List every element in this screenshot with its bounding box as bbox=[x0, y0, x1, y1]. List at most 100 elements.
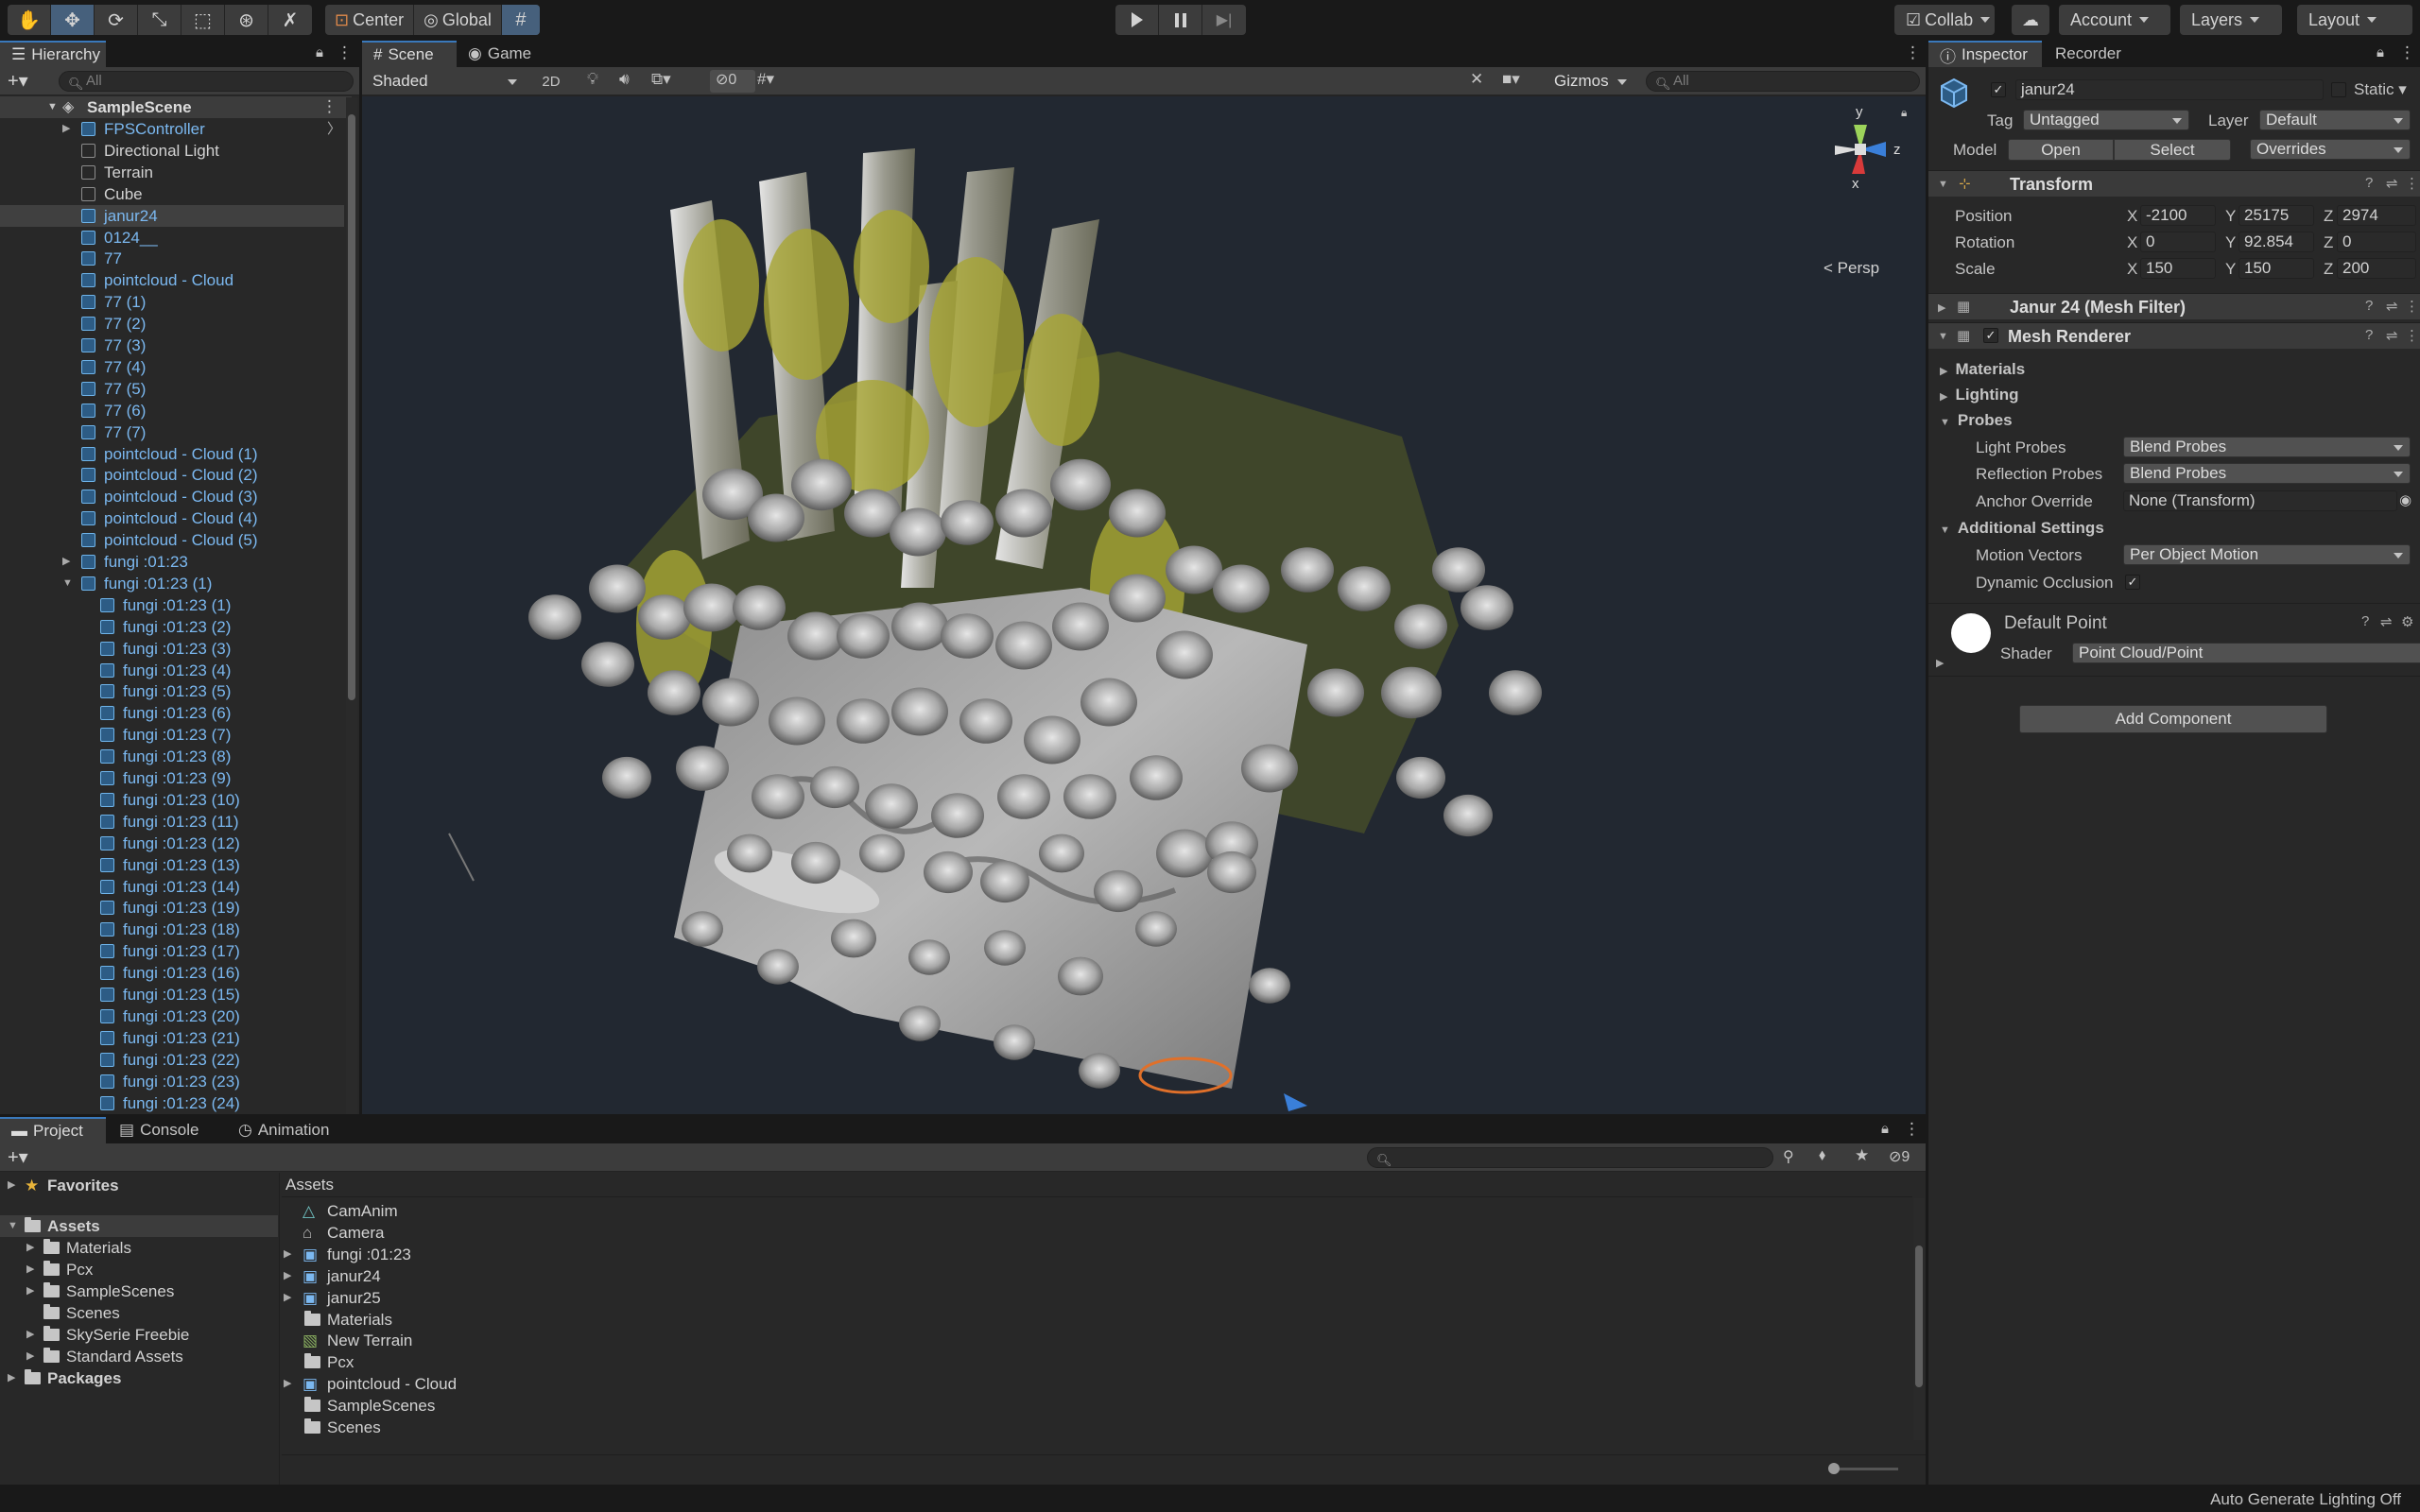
project-more-icon[interactable]: ⋮ bbox=[1904, 1120, 1920, 1139]
hierarchy-item[interactable]: fungi :01:23 (18) bbox=[0, 919, 344, 940]
hidden-packages-toggle[interactable]: ⊘9 bbox=[1889, 1147, 1910, 1166]
mesh-renderer-header[interactable]: ▼ ▦ ✓ Mesh Renderer ? ⇌ ⋮ bbox=[1928, 322, 2420, 349]
help-icon[interactable]: ? bbox=[2365, 298, 2373, 314]
hierarchy-scrollbar[interactable] bbox=[346, 97, 357, 1114]
hierarchy-item[interactable]: pointcloud - Cloud (3) bbox=[0, 486, 344, 507]
overrides-dropdown[interactable]: Overrides bbox=[2250, 139, 2411, 160]
object-picker-icon[interactable]: ◉ bbox=[2399, 491, 2411, 508]
hierarchy-item[interactable]: 77 (1) bbox=[0, 291, 344, 313]
orientation-gizmo[interactable]: y z x 🔒︎ bbox=[1808, 104, 1912, 198]
step-button[interactable]: ▶| bbox=[1202, 5, 1246, 35]
layout-dropdown[interactable]: Layout bbox=[2297, 5, 2412, 35]
open-prefab-chevron-icon[interactable]: 〉 bbox=[327, 118, 341, 140]
shader-dropdown[interactable]: Point Cloud/Point bbox=[2072, 643, 2420, 663]
tab-recorder[interactable]: Recorder bbox=[2044, 41, 2138, 67]
collapsed-arrow-icon[interactable]: ▶ bbox=[62, 118, 70, 140]
hierarchy-item[interactable]: 77 bbox=[0, 248, 344, 269]
grid-icon[interactable]: #▾ bbox=[757, 70, 774, 89]
play-button[interactable] bbox=[1115, 5, 1159, 35]
component-more-icon[interactable]: ⋮ bbox=[2405, 327, 2419, 344]
position-z-field[interactable]: 2974 bbox=[2337, 205, 2416, 226]
pause-button[interactable] bbox=[1159, 5, 1202, 35]
scale-y-field[interactable]: 150 bbox=[2238, 258, 2314, 279]
project-folder-item[interactable]: ▶ Packages bbox=[0, 1367, 278, 1389]
transform-tool-icon[interactable]: ⊛ bbox=[225, 5, 268, 35]
scale-z-field[interactable]: 200 bbox=[2337, 258, 2416, 279]
assets-breadcrumb-label[interactable]: Assets bbox=[285, 1176, 334, 1194]
project-folder-item[interactable]: ▶ Standard Assets bbox=[0, 1346, 278, 1367]
scene-row[interactable]: ▼ ◈ SampleScene ⋮ bbox=[0, 96, 352, 118]
hierarchy-item[interactable]: pointcloud - Cloud (4) bbox=[0, 507, 344, 529]
collapsed-arrow-icon[interactable]: ▶ bbox=[26, 1259, 34, 1280]
active-checkbox[interactable]: ✓ bbox=[1991, 82, 2006, 97]
tools-icon[interactable]: ✕ bbox=[1470, 70, 1483, 89]
preset-icon[interactable]: ⇌ bbox=[2386, 175, 2398, 192]
hierarchy-item[interactable]: pointcloud - Cloud (1) bbox=[0, 443, 344, 465]
collapsed-arrow-icon[interactable]: ▶ bbox=[8, 1175, 15, 1196]
scale-tool-icon[interactable]: ⤡ bbox=[138, 5, 182, 35]
search-by-type-icon[interactable]: ⚲ bbox=[1783, 1147, 1794, 1166]
collapsed-arrow-icon[interactable]: ▶ bbox=[26, 1346, 34, 1367]
collapsed-arrow-icon[interactable]: ▶ bbox=[284, 1244, 291, 1265]
hierarchy-item[interactable]: fungi :01:23 (10) bbox=[0, 789, 344, 811]
hierarchy-item[interactable]: fungi :01:23 (15) bbox=[0, 984, 344, 1005]
hierarchy-item[interactable]: pointcloud - Cloud bbox=[0, 269, 344, 291]
project-folder-item[interactable]: Scenes bbox=[0, 1302, 278, 1324]
gizmos-dropdown[interactable]: Gizmos bbox=[1547, 71, 1634, 92]
expanded-arrow-icon[interactable]: ▼ bbox=[62, 573, 73, 594]
collapsed-arrow-icon[interactable]: ▶ bbox=[284, 1265, 291, 1287]
hierarchy-item[interactable]: fungi :01:23 (6) bbox=[0, 702, 344, 724]
add-object-button[interactable]: +▾ bbox=[8, 69, 28, 93]
hierarchy-item[interactable]: 0124__ bbox=[0, 227, 344, 249]
hierarchy-item[interactable]: fungi :01:23 (17) bbox=[0, 940, 344, 962]
hidden-objects-toggle[interactable]: ⊘0 bbox=[710, 70, 755, 93]
scale-x-axis-label[interactable]: X bbox=[2127, 260, 2137, 279]
hierarchy-item[interactable]: ▶ fungi :01:23 bbox=[0, 551, 344, 573]
tab-scene[interactable]: # Scene bbox=[362, 41, 457, 67]
probes-foldout[interactable]: ▼ Probes bbox=[1940, 411, 2013, 430]
hierarchy-item[interactable]: ▶ FPSController 〉 bbox=[0, 118, 344, 140]
tab-animation[interactable]: ◷ Animation bbox=[227, 1117, 350, 1143]
persp-label[interactable]: < Persp bbox=[1824, 259, 1879, 278]
mesh-filter-header[interactable]: ▶ ▦ Janur 24 (Mesh Filter) ? ⇌ ⋮ bbox=[1928, 293, 2420, 319]
asset-item[interactable]: △ CamAnim bbox=[282, 1200, 1889, 1222]
scene-more-icon[interactable]: ⋮ bbox=[321, 97, 337, 116]
hierarchy-item[interactable]: fungi :01:23 (2) bbox=[0, 616, 344, 638]
asset-item[interactable]: ▶ ▣ fungi :01:23 bbox=[282, 1244, 1889, 1265]
collapsed-arrow-icon[interactable]: ▶ bbox=[26, 1324, 34, 1346]
scene-more-icon[interactable]: ⋮ bbox=[1905, 43, 1921, 62]
hierarchy-scroll-thumb[interactable] bbox=[348, 114, 355, 700]
hierarchy-item[interactable]: fungi :01:23 (21) bbox=[0, 1027, 344, 1049]
scale-z-axis-label[interactable]: Z bbox=[2324, 260, 2333, 279]
hierarchy-item[interactable]: fungi :01:23 (5) bbox=[0, 680, 344, 702]
component-more-icon[interactable]: ⋮ bbox=[2405, 298, 2419, 315]
collapsed-arrow-icon[interactable]: ▶ bbox=[26, 1237, 34, 1259]
hierarchy-item[interactable]: pointcloud - Cloud (5) bbox=[0, 529, 344, 551]
expanded-arrow-icon[interactable]: ▼ bbox=[8, 1215, 18, 1237]
asset-scroll-thumb[interactable] bbox=[1915, 1246, 1923, 1387]
add-component-button[interactable]: Add Component bbox=[2019, 705, 2327, 733]
hierarchy-search-input[interactable]: 🔍︎ All bbox=[59, 71, 354, 92]
hierarchy-item[interactable]: fungi :01:23 (12) bbox=[0, 833, 344, 854]
additional-settings-foldout[interactable]: ▼ Additional Settings bbox=[1940, 519, 2104, 538]
custom-tool-icon[interactable]: ✗ bbox=[268, 5, 312, 35]
hierarchy-item[interactable]: fungi :01:23 (13) bbox=[0, 854, 344, 876]
hierarchy-item[interactable]: fungi :01:23 (14) bbox=[0, 876, 344, 898]
tab-game[interactable]: ◉ Game bbox=[457, 41, 547, 67]
position-x-axis-label[interactable]: X bbox=[2127, 207, 2137, 226]
asset-item[interactable]: ▶ ▣ pointcloud - Cloud bbox=[282, 1373, 1889, 1395]
scene-viewport[interactable]: y z x 🔒︎ < Persp bbox=[362, 96, 1926, 1114]
hierarchy-item[interactable]: fungi :01:23 (22) bbox=[0, 1049, 344, 1071]
rotate-tool-icon[interactable]: ⟳ bbox=[95, 5, 138, 35]
dynamic-occlusion-checkbox[interactable]: ✓ bbox=[2125, 575, 2140, 590]
asset-item[interactable]: ▧ New Terrain bbox=[282, 1330, 1889, 1351]
asset-item[interactable]: ▶ ▣ janur24 bbox=[282, 1265, 1889, 1287]
hierarchy-item[interactable]: 77 (2) bbox=[0, 313, 344, 335]
static-checkbox[interactable] bbox=[2331, 82, 2346, 97]
hierarchy-item[interactable]: fungi :01:23 (1) bbox=[0, 594, 344, 616]
asset-item[interactable]: Pcx bbox=[282, 1351, 1889, 1373]
gear-icon[interactable]: ⚙ bbox=[2401, 613, 2413, 630]
object-name-field[interactable]: janur24 bbox=[2015, 79, 2324, 100]
hierarchy-item[interactable]: fungi :01:23 (8) bbox=[0, 746, 344, 767]
hierarchy-item[interactable]: 77 (4) bbox=[0, 356, 344, 378]
